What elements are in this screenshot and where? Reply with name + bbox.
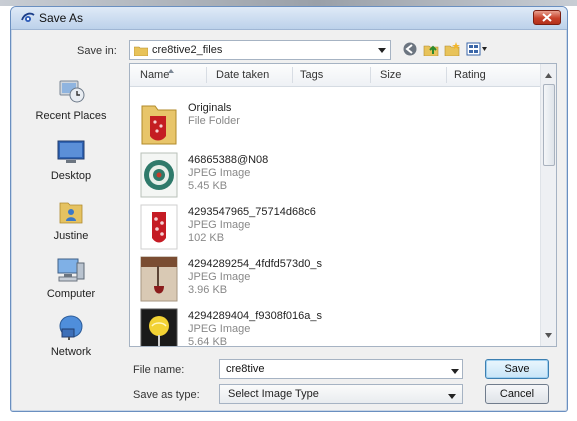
place-label: Network (50, 346, 92, 358)
back-icon[interactable] (403, 42, 417, 59)
file-row[interactable]: 4293547965_75714d68c6 JPEG Image 102 KB (136, 202, 536, 252)
places-bar: Recent Places Desktop Justine Computer N… (23, 63, 119, 358)
chevron-down-icon[interactable] (451, 366, 459, 378)
place-computer[interactable]: Computer (23, 255, 119, 300)
folder-icon (140, 100, 178, 146)
folder-icon (133, 45, 149, 59)
column-header-tags[interactable]: Tags (300, 69, 323, 81)
cancel-button[interactable]: Cancel (485, 384, 549, 404)
file-type: JPEG Image (188, 271, 251, 283)
new-folder-icon[interactable] (444, 42, 460, 59)
column-header-name[interactable]: Name (140, 69, 169, 81)
file-size: 102 KB (188, 232, 225, 244)
chevron-down-icon (448, 391, 456, 403)
chevron-down-icon (378, 45, 386, 58)
file-name-label: File name: (133, 364, 185, 376)
file-size: 3.96 KB (188, 284, 228, 296)
sort-arrow-icon (168, 64, 174, 76)
recent-places-icon (56, 80, 86, 108)
column-header-size[interactable]: Size (380, 69, 401, 81)
save-as-type-dropdown[interactable]: Select Image Type (219, 384, 463, 404)
file-name: 46865388@N08 (188, 154, 269, 166)
image-thumbnail (140, 256, 178, 302)
file-type: JPEG Image (188, 219, 251, 231)
save-button[interactable]: Save (485, 359, 549, 379)
views-menu-icon[interactable] (466, 42, 488, 59)
image-thumbnail (140, 204, 178, 250)
file-type: JPEG Image (188, 323, 251, 335)
column-divider[interactable] (292, 67, 293, 83)
up-folder-icon[interactable] (423, 42, 439, 59)
image-thumbnail (140, 152, 178, 198)
place-label: Computer (46, 288, 96, 300)
title-bar[interactable]: Save As (11, 7, 567, 30)
place-label: Desktop (50, 170, 92, 182)
scroll-down-icon[interactable] (545, 329, 552, 341)
window-title: Save As (39, 11, 84, 25)
user-folder-icon (58, 202, 84, 228)
close-button[interactable] (533, 10, 561, 25)
image-thumbnail (140, 308, 178, 346)
file-row-originals[interactable]: Originals File Folder (136, 98, 536, 148)
place-network[interactable]: Network (23, 313, 119, 358)
file-row[interactable]: 46865388@N08 JPEG Image 5.45 KB (136, 150, 536, 200)
scroll-up-icon[interactable] (545, 69, 552, 81)
column-divider[interactable] (446, 67, 447, 83)
file-row[interactable]: 4294289254_4fdfd573d0_s JPEG Image 3.96 … (136, 254, 536, 304)
file-name: 4294289254_4fdfd573d0_s (188, 258, 322, 270)
column-headers: Name Date taken Tags Size Rating (130, 64, 542, 87)
file-type: JPEG Image (188, 167, 251, 179)
column-header-date-taken[interactable]: Date taken (216, 69, 269, 81)
file-type: File Folder (188, 115, 240, 127)
save-in-location: cre8tive2_files (152, 44, 223, 56)
computer-icon (56, 258, 86, 286)
close-icon (542, 13, 552, 22)
scrollbar-thumb[interactable] (543, 84, 555, 166)
file-list[interactable]: Name Date taken Tags Size Rating Origina… (129, 63, 557, 347)
save-as-type-value: Select Image Type (228, 388, 319, 400)
file-name: Originals (188, 102, 232, 114)
desktop-icon (56, 140, 86, 168)
photoshop-eye-icon (21, 11, 35, 25)
place-justine[interactable]: Justine (23, 197, 119, 242)
place-recent-places[interactable]: Recent Places (23, 77, 119, 122)
network-icon (56, 315, 86, 344)
vertical-scrollbar[interactable] (540, 64, 556, 346)
file-row[interactable]: 4294289404_f9308f016a_s JPEG Image 5.64 … (136, 306, 536, 347)
place-label: Recent Places (35, 110, 107, 122)
save-as-dialog: Save As Save in: cre8tive2_files Recent … (10, 6, 568, 412)
column-header-rating[interactable]: Rating (454, 69, 486, 81)
column-divider[interactable] (370, 67, 371, 83)
file-size: 5.64 KB (188, 336, 228, 347)
save-as-type-label: Save as type: (133, 389, 200, 401)
place-label: Justine (53, 230, 89, 242)
place-desktop[interactable]: Desktop (23, 139, 119, 182)
column-divider[interactable] (206, 67, 207, 83)
file-name: 4293547965_75714d68c6 (188, 206, 316, 218)
save-in-label: Save in: (77, 45, 117, 57)
file-name-input[interactable] (219, 359, 463, 379)
file-size: 5.45 KB (188, 180, 228, 192)
save-in-dropdown[interactable]: cre8tive2_files (129, 40, 391, 60)
file-name: 4294289404_f9308f016a_s (188, 310, 322, 322)
